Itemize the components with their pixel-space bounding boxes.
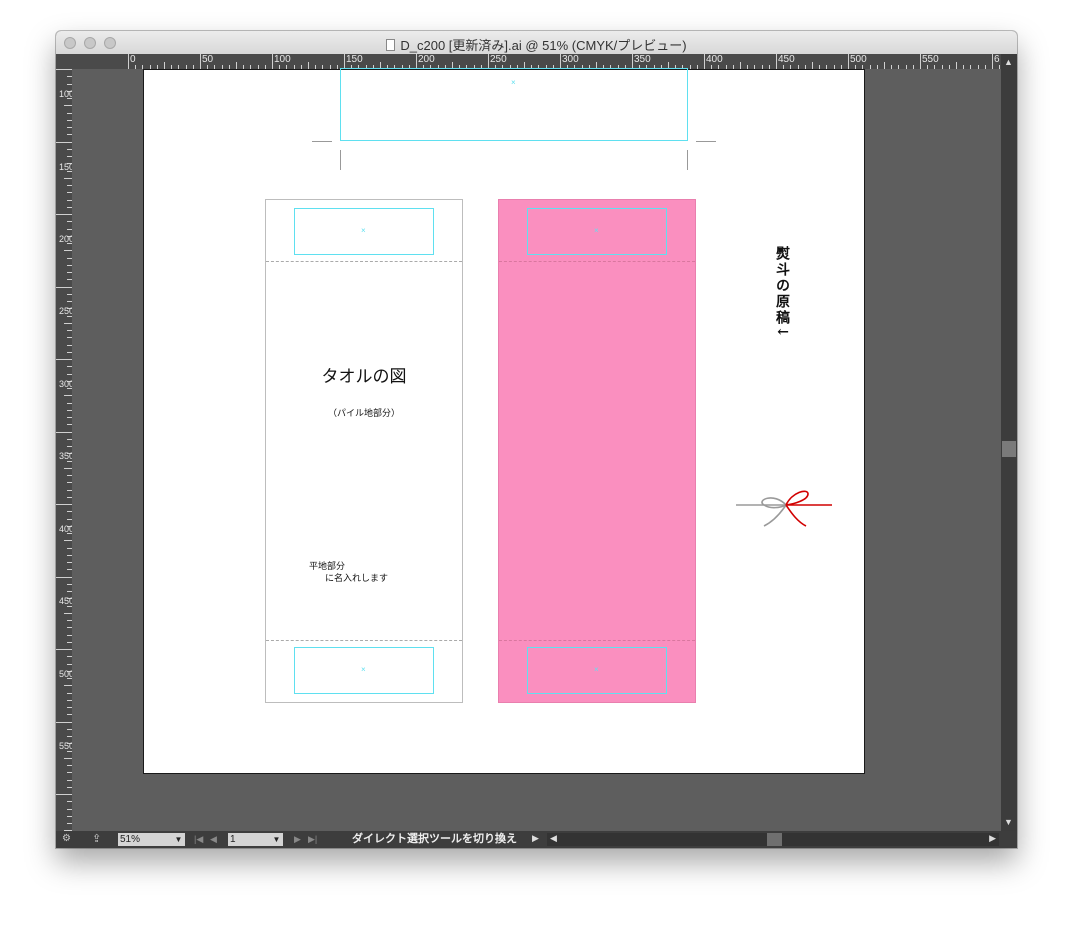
towel-title: タオルの図 [321,367,407,386]
vertical-ruler[interactable]: 100 150 200 250 300 350 400 450 500 550 [56,69,75,831]
ruler-label: 400 [59,524,75,534]
center-mark: × [594,665,599,674]
center-mark: × [361,226,366,235]
scroll-right-icon[interactable]: ▶ [989,833,996,844]
artboard-dropdown-icon[interactable]: ▼ [270,833,283,846]
ruler-label: 500 [850,54,867,65]
ruler-label: 250 [59,306,75,316]
mizuhiki-knot-icon[interactable] [734,482,834,532]
ruler-label: 6 [994,54,1000,65]
gpu-performance-icon[interactable]: ⚙ [62,833,71,844]
scroll-down-icon[interactable]: ▼ [1004,817,1013,827]
ruler-label: 550 [59,741,75,751]
vertical-ruler-ticks [56,69,72,831]
ruler-label: 350 [634,54,651,65]
scroll-up-icon[interactable]: ▲ [1004,57,1013,67]
ruler-label: 100 [59,89,75,99]
previous-artboard-icon[interactable]: ◀ [210,833,217,846]
document-icon [386,39,396,51]
ruler-label: 200 [418,54,435,65]
ruler-label: 250 [490,54,507,65]
horizontal-ruler[interactable]: 0 50 100 150 200 250 300 350 400 450 500… [56,54,1001,69]
center-mark: × [361,665,366,674]
horizontal-scroll-thumb[interactable] [767,833,782,846]
ruler-label: 0 [130,54,136,65]
artboard-number-field[interactable]: 1 [228,833,270,846]
pile-note: （パイル地部分） [327,408,400,418]
share-icon[interactable]: ⇪ [92,832,101,845]
ruler-label: 150 [346,54,363,65]
ruler-label: 300 [562,54,579,65]
ruler-label: 350 [59,451,75,461]
horizontal-scrollbar[interactable]: ◀ ▶ [547,833,999,846]
towel-pink[interactable]: × × [498,199,696,703]
ruler-label: 100 [274,54,291,65]
flat-note-line2: に名入れします [325,573,389,583]
vertical-scroll-thumb[interactable] [1002,441,1016,457]
center-mark: × [594,226,599,235]
ruler-label: 500 [59,669,75,679]
fold-line [266,640,462,641]
ruler-label: 200 [59,234,75,244]
fold-line [499,640,695,641]
zoom-dropdown-icon[interactable]: ▼ [172,833,185,846]
ruler-label: 450 [59,596,75,606]
fold-line [266,261,462,262]
vertical-scrollbar[interactable]: ▲ ▼ [1001,54,1017,831]
artboard[interactable]: × × タオルの図 （パイル地部分） 平地部分 に名入れします × × × 熨斗… [143,68,865,774]
ruler-label: 300 [59,379,75,389]
status-menu-icon[interactable]: ▶ [532,833,539,844]
zoom-field[interactable]: 51% [118,833,172,846]
towel-outline-white[interactable]: × タオルの図 （パイル地部分） 平地部分 に名入れします × [265,199,463,703]
window-title: D_c200 [更新済み].ai @ 51% (CMYK/プレビュー) [400,38,687,53]
illustrator-window: D_c200 [更新済み].ai @ 51% (CMYK/プレビュー) 0 50… [56,31,1017,848]
current-tool-status[interactable]: ダイレクト選択ツールを切り換え [352,833,517,846]
ruler-label: 550 [922,54,939,65]
crop-marks [312,141,716,170]
scroll-left-icon[interactable]: ◀ [550,833,557,844]
ruler-label: 50 [202,54,214,65]
ruler-label: 400 [706,54,723,65]
first-artboard-icon[interactable]: |◀ [194,833,203,846]
canvas-pasteboard[interactable]: × × タオルの図 （パイル地部分） 平地部分 に名入れします × × × 熨斗… [72,68,1001,831]
ruler-label: 450 [778,54,795,65]
fold-line [499,261,695,262]
next-artboard-icon[interactable]: ▶ [294,833,301,846]
status-bar: ⚙ ⇪ 51% ▼ |◀ ◀ 1 ▼ ▶ ▶| ダイレクト選択ツールを切り換え … [56,831,1017,848]
title-bar: D_c200 [更新済み].ai @ 51% (CMYK/プレビュー) [56,31,1017,55]
noshi-label: 熨斗の原稿↓ [774,246,790,340]
ruler-label: 150 [59,162,75,172]
last-artboard-icon[interactable]: ▶| [308,833,317,846]
